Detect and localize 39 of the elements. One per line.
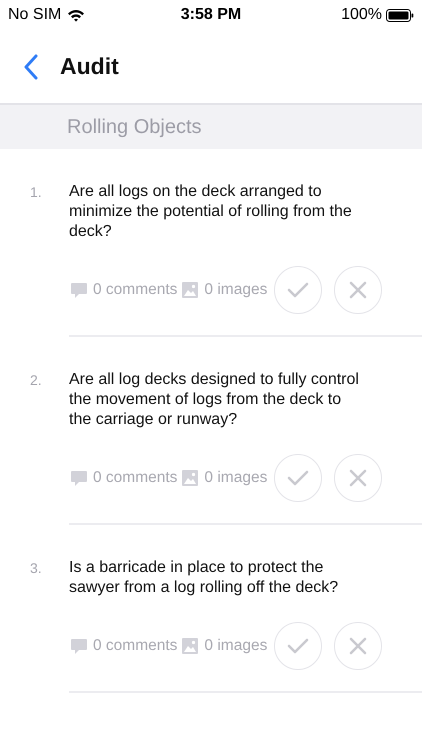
images-count[interactable]: 0 images	[204, 469, 268, 487]
fail-button[interactable]	[334, 622, 382, 670]
pass-button[interactable]	[274, 454, 322, 502]
clock-text: 3:58 PM	[180, 6, 242, 24]
image-icon	[182, 470, 198, 486]
back-button[interactable]	[24, 54, 38, 80]
comments-count[interactable]: 0 comments	[93, 637, 178, 655]
question-number: 1.	[29, 183, 43, 202]
question-text: Are all log decks designed to fully control the movement of logs from the deck to the carriage or runway?	[69, 370, 360, 430]
check-icon	[287, 637, 310, 655]
comment-icon	[71, 470, 87, 486]
question-number: 3.	[29, 559, 43, 578]
pass-button[interactable]	[274, 266, 322, 314]
battery-text: 100%	[341, 6, 382, 24]
comments-count[interactable]: 0 comments	[93, 281, 178, 299]
close-icon	[349, 281, 368, 299]
fail-button[interactable]	[334, 266, 382, 314]
fail-button[interactable]	[334, 454, 382, 502]
check-icon	[287, 281, 310, 299]
comments-count[interactable]: 0 comments	[93, 469, 178, 487]
close-icon	[349, 637, 368, 655]
section-title: Rolling Objects	[67, 116, 202, 138]
images-count[interactable]: 0 images	[204, 637, 268, 655]
image-icon	[182, 282, 198, 298]
pass-button[interactable]	[274, 622, 322, 670]
question-text: Is a barricade in place to protect the sawyer from a log rolling off the deck?	[69, 558, 340, 598]
comment-icon	[71, 282, 87, 298]
carrier-text: No SIM	[8, 6, 62, 24]
screen-title: Audit	[60, 53, 119, 80]
battery-icon	[386, 8, 414, 22]
question-text: Are all logs on the deck arranged to minimize the potential of rolling from the deck?	[69, 182, 353, 242]
images-count[interactable]: 0 images	[204, 281, 268, 299]
comment-icon	[71, 638, 87, 654]
image-icon	[182, 638, 198, 654]
close-icon	[349, 469, 368, 487]
check-icon	[287, 469, 310, 487]
back-icon	[24, 54, 38, 80]
wifi-icon	[67, 8, 86, 22]
question-number: 2.	[29, 371, 43, 390]
